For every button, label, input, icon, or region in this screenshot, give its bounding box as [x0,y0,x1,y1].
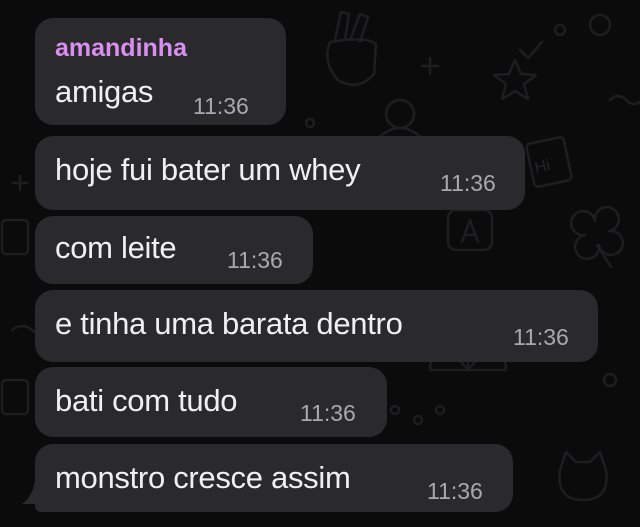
sender-name[interactable]: amandinha [55,34,187,63]
message-timestamp: 11:36 [513,324,569,350]
chat-conversation: amandinha amigas 11:36 hoje fui bater um… [0,0,640,527]
message-timestamp: 11:36 [427,478,483,504]
message-timestamp: 11:36 [227,247,283,273]
message-text: bati com tudo [55,383,238,418]
message-bubble[interactable]: hoje fui bater um whey 11:36 [35,136,525,210]
message-text: com leite [55,230,177,265]
message-bubble[interactable]: amandinha amigas 11:36 [35,18,286,125]
message-timestamp: 11:36 [193,93,249,119]
message-text: hoje fui bater um whey [55,152,361,187]
message-text: amigas [55,74,154,109]
message-bubble[interactable]: monstro cresce assim 11:36 [35,444,513,512]
message-timestamp: 11:36 [300,400,356,426]
message-bubble[interactable]: com leite 11:36 [35,216,313,284]
message-text: monstro cresce assim [55,460,351,495]
message-text: e tinha uma barata dentro [55,306,403,341]
message-timestamp: 11:36 [440,170,496,196]
message-bubble[interactable]: bati com tudo 11:36 [35,367,387,437]
message-bubble[interactable]: e tinha uma barata dentro 11:36 [35,290,598,362]
